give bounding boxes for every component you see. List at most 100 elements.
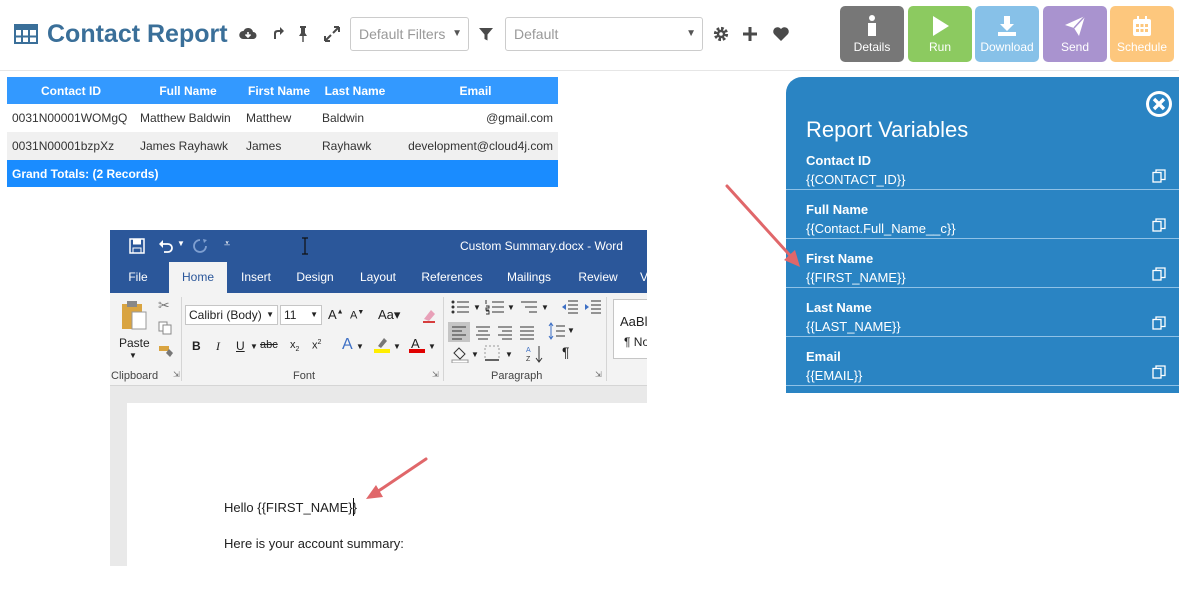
variable-label: First Name [806, 251, 874, 266]
copy-icon[interactable] [1152, 316, 1166, 330]
variable-value[interactable]: {{FIRST_NAME}} [806, 270, 906, 285]
variable-value[interactable]: {{EMAIL}} [806, 368, 862, 383]
column-header[interactable]: Last Name [317, 77, 393, 104]
expand-icon[interactable] [322, 24, 342, 44]
view-select[interactable]: Default ▼ [505, 17, 703, 51]
caret-down-icon[interactable]: ▼ [507, 303, 515, 312]
customize-toolbar-icon[interactable]: ⩡ [224, 238, 230, 251]
dialog-launcher-icon[interactable]: ⇲ [173, 370, 180, 379]
font-color-icon[interactable]: A [408, 336, 426, 354]
caret-down-icon[interactable]: ▼ [471, 350, 479, 359]
caret-down-icon[interactable]: ▼ [356, 342, 364, 351]
svg-text:Z: Z [526, 356, 531, 363]
copy-icon[interactable] [1152, 267, 1166, 281]
cut-icon[interactable]: ✂ [158, 297, 170, 314]
redo-icon[interactable] [192, 238, 208, 254]
clear-formatting-icon[interactable] [421, 307, 437, 323]
plus-icon[interactable] [740, 24, 760, 44]
numbering-icon[interactable] [485, 299, 505, 315]
justify-icon[interactable] [517, 322, 537, 342]
shrink-font-icon[interactable]: A▼ [350, 309, 364, 322]
column-header[interactable]: First Name [241, 77, 317, 104]
tab-insert[interactable]: Insert [233, 262, 279, 293]
superscript-icon[interactable]: x2 [312, 339, 321, 352]
text-effects-icon[interactable]: A [342, 336, 353, 354]
filter-icon[interactable] [476, 24, 496, 44]
heart-icon[interactable] [771, 24, 791, 44]
change-case-icon[interactable]: Aa▾ [378, 307, 400, 323]
details-button[interactable]: Details [840, 6, 904, 62]
caret-down-icon[interactable]: ▼ [473, 303, 481, 312]
filters-select[interactable]: Default Filters ▼ [350, 17, 469, 51]
cloud-download-icon[interactable] [238, 24, 258, 44]
align-center-icon[interactable] [473, 322, 493, 342]
increase-indent-icon[interactable] [584, 299, 602, 315]
tab-home[interactable]: Home [169, 262, 227, 293]
shading-icon[interactable] [451, 345, 469, 363]
tab-references[interactable]: References [417, 262, 487, 293]
decrease-indent-icon[interactable] [561, 299, 579, 315]
sort-icon[interactable]: A Z [526, 344, 544, 364]
bullets-icon[interactable] [451, 299, 471, 315]
tab-view[interactable]: V [637, 262, 647, 293]
pin-icon[interactable] [293, 24, 313, 44]
tab-mailings[interactable]: Mailings [501, 262, 557, 293]
align-right-icon[interactable] [495, 322, 515, 342]
bold-icon[interactable]: B [192, 339, 201, 353]
undo-icon[interactable] [158, 238, 174, 254]
font-name-select[interactable]: Calibri (Body) ▼ [185, 305, 278, 325]
variable-label: Email [806, 349, 841, 364]
document-page[interactable]: Hello {{FIRST_NAME}} Here is your accoun… [127, 403, 647, 566]
copy-icon[interactable] [1152, 365, 1166, 379]
clipboard-icon[interactable] [120, 299, 148, 331]
align-left-button[interactable] [448, 322, 470, 342]
strikethrough-icon[interactable]: abc [260, 339, 278, 351]
caret-down-icon[interactable]: ▼ [129, 351, 137, 360]
italic-icon[interactable]: I [216, 339, 220, 354]
caret-down-icon[interactable]: ▼ [541, 303, 549, 312]
close-icon[interactable] [1144, 89, 1174, 119]
variable-value[interactable]: {{Contact.Full_Name__c}} [806, 221, 956, 236]
schedule-button[interactable]: Schedule [1110, 6, 1174, 62]
caret-down-icon[interactable]: ▼ [505, 350, 513, 359]
gear-icon[interactable] [711, 24, 731, 44]
style-gallery-item[interactable]: AaBl ¶ No [613, 299, 647, 359]
copy-icon[interactable] [1152, 218, 1166, 232]
clipboard-group-label: Clipboard [111, 370, 159, 382]
variable-value[interactable]: {{LAST_NAME}} [806, 319, 901, 334]
column-header[interactable]: Email [393, 77, 558, 104]
caret-down-icon[interactable]: ▼ [177, 239, 185, 248]
font-size-select[interactable]: 11 ▼ [280, 305, 322, 325]
caret-down-icon[interactable]: ▼ [428, 342, 436, 351]
tab-file[interactable]: File [120, 262, 156, 293]
copy-icon[interactable] [1152, 169, 1166, 183]
run-button[interactable]: Run [908, 6, 972, 62]
word-window-title: Custom Summary.docx - Word [460, 239, 623, 253]
download-button[interactable]: Download [975, 6, 1039, 62]
save-icon[interactable] [129, 238, 145, 254]
paste-label[interactable]: Paste [119, 336, 150, 350]
caret-down-icon[interactable]: ▼ [250, 342, 258, 351]
multilevel-list-icon[interactable] [519, 299, 539, 315]
highlight-icon[interactable] [373, 336, 391, 354]
share-icon[interactable] [268, 24, 288, 44]
format-painter-icon[interactable] [158, 344, 174, 358]
borders-icon[interactable] [484, 345, 500, 361]
tab-layout[interactable]: Layout [355, 262, 401, 293]
dialog-launcher-icon[interactable]: ⇲ [595, 370, 602, 379]
column-header[interactable]: Contact ID [7, 77, 135, 104]
grow-font-icon[interactable]: A▲ [328, 307, 344, 322]
tab-design[interactable]: Design [291, 262, 339, 293]
column-header[interactable]: Full Name [135, 77, 241, 104]
underline-icon[interactable]: U [236, 339, 245, 353]
caret-down-icon[interactable]: ▼ [567, 326, 575, 335]
copy-icon[interactable] [158, 321, 172, 335]
variable-value[interactable]: {{CONTACT_ID}} [806, 172, 905, 187]
line-spacing-icon[interactable] [548, 321, 566, 341]
dialog-launcher-icon[interactable]: ⇲ [432, 370, 439, 379]
subscript-icon[interactable]: x2 [290, 339, 299, 353]
send-button[interactable]: Send [1043, 6, 1107, 62]
caret-down-icon[interactable]: ▼ [393, 342, 401, 351]
tab-review[interactable]: Review [573, 262, 623, 293]
show-formatting-icon[interactable]: ¶ [562, 344, 570, 360]
